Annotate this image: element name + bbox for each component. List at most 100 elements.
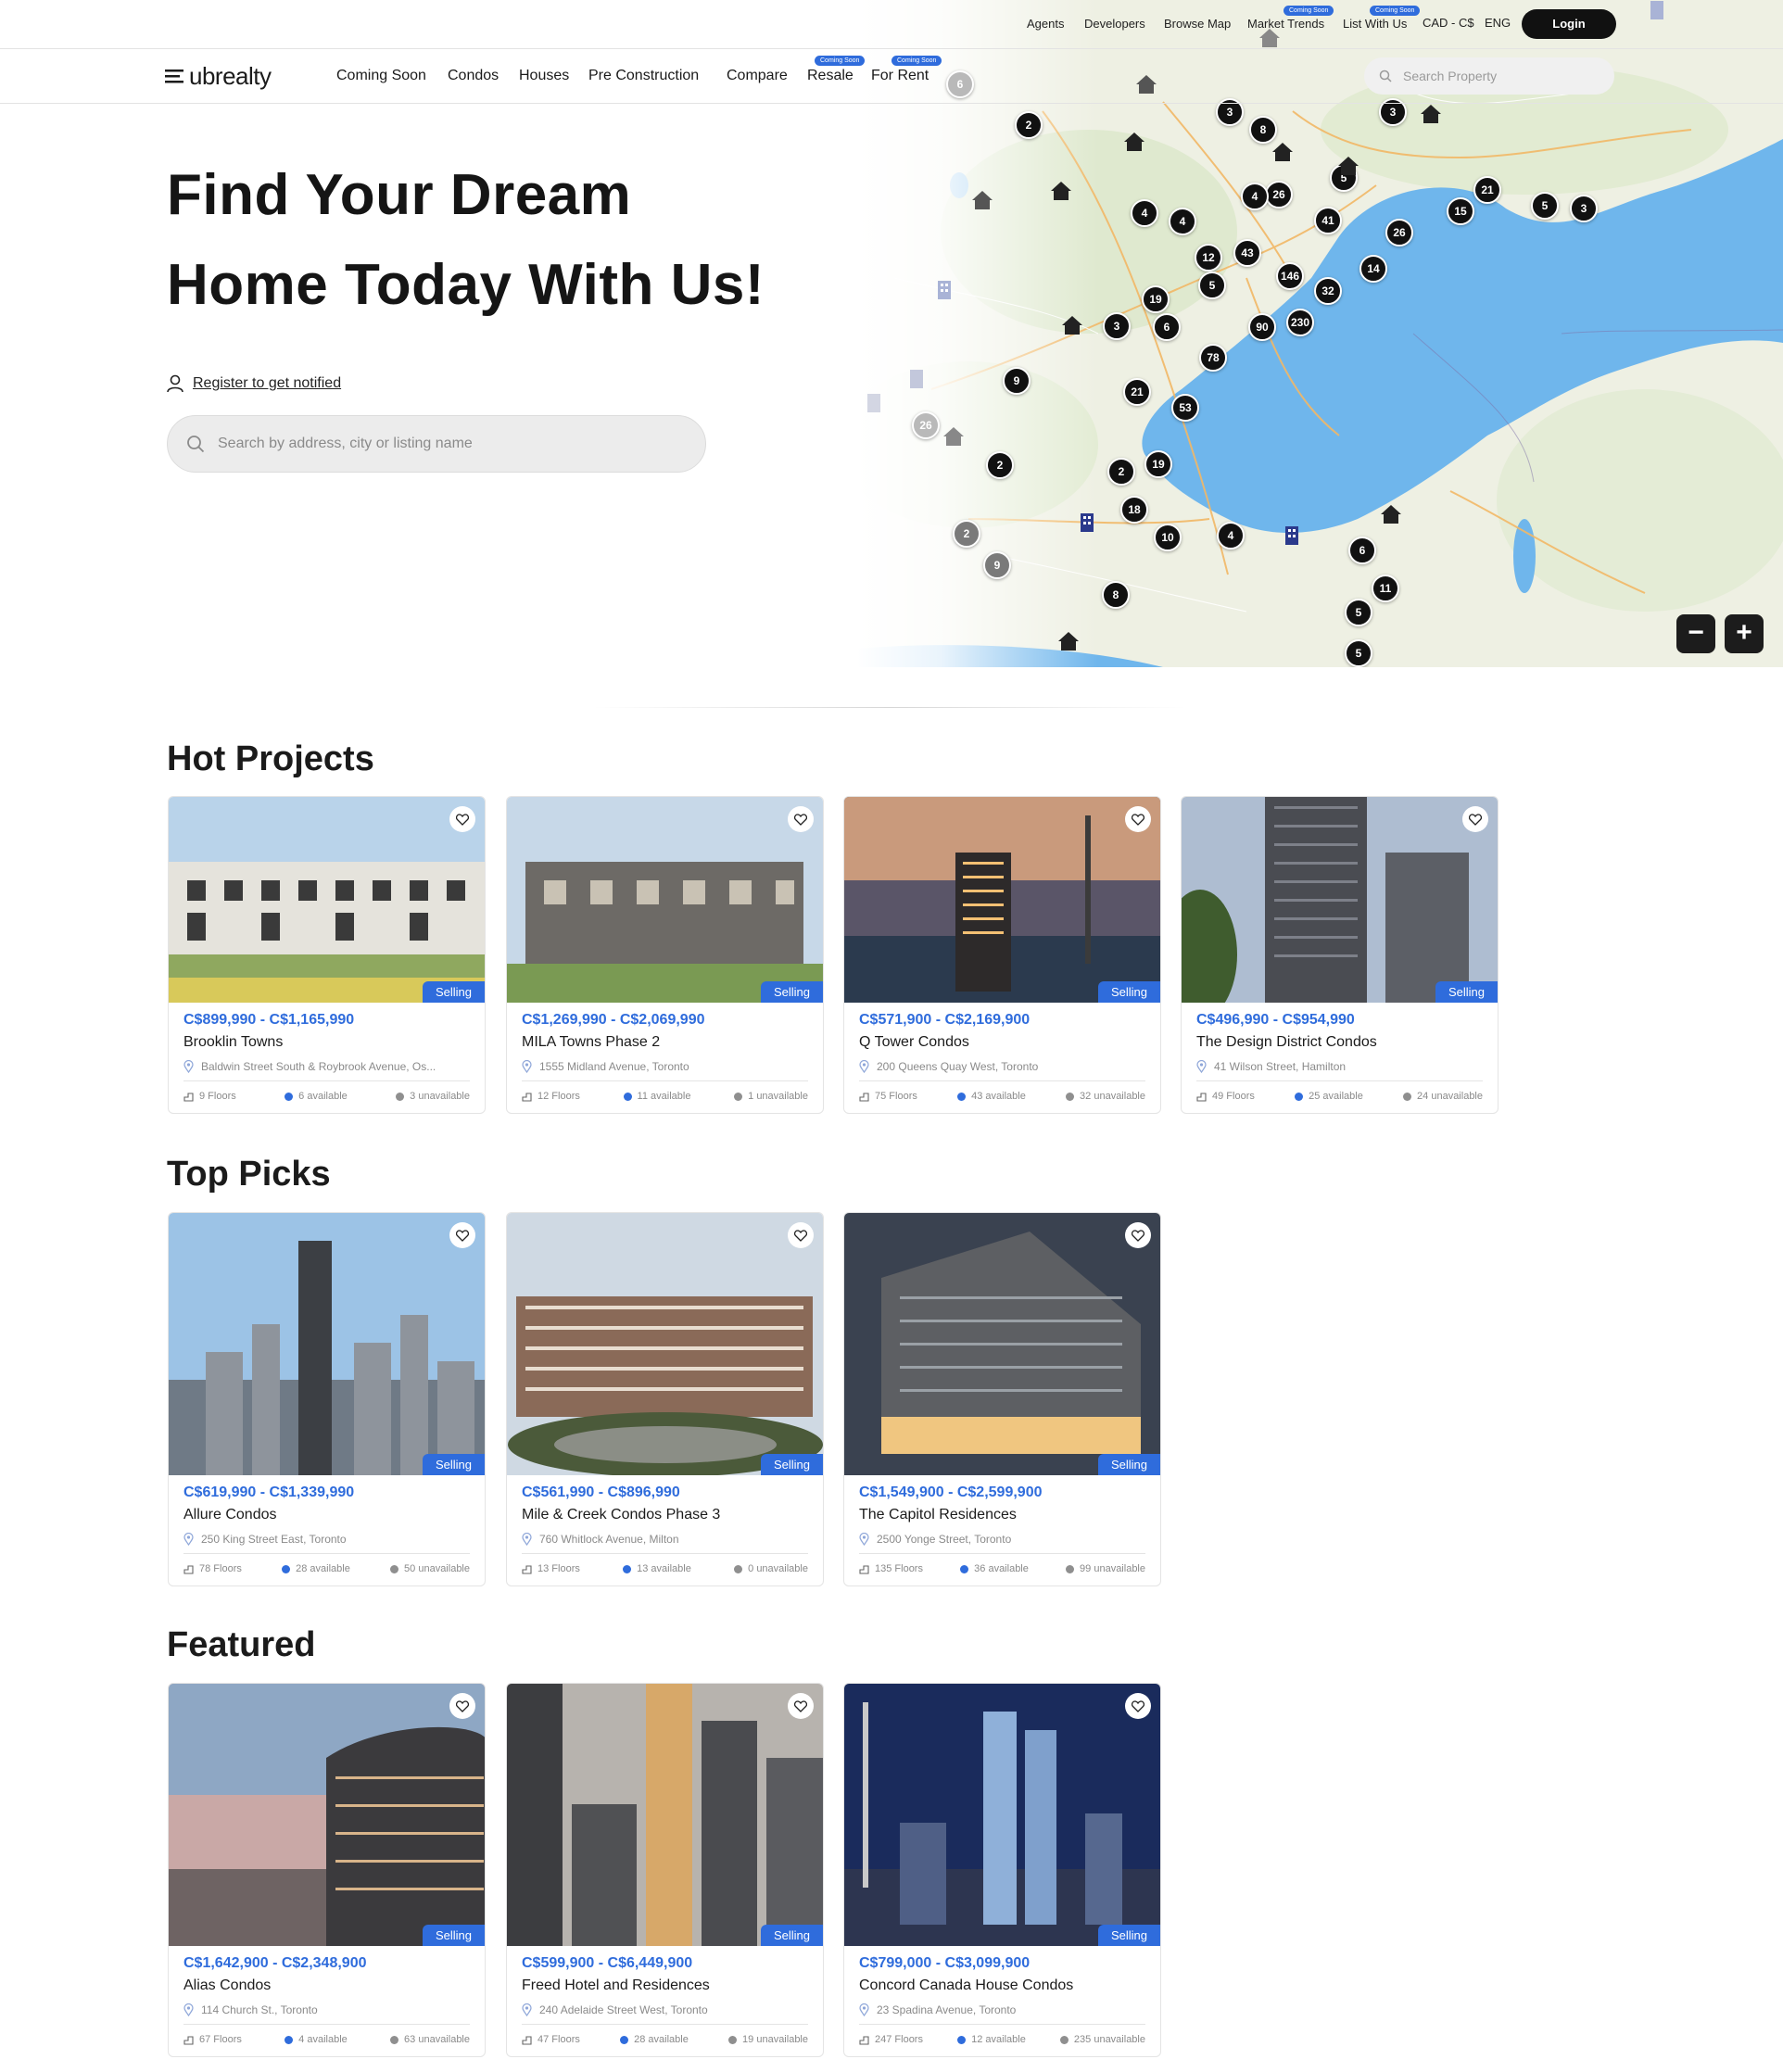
map-cluster[interactable]: 2 <box>986 451 1014 479</box>
house-pin-icon[interactable] <box>1271 142 1294 162</box>
project-name[interactable]: Freed Hotel and Residences <box>522 1977 808 1994</box>
project-card[interactable]: Selling C$799,000 - C$3,099,900 Concord … <box>843 1683 1161 2057</box>
favorite-button[interactable] <box>449 1693 475 1719</box>
hero-search-input[interactable]: Search by address, city or listing name <box>167 415 706 473</box>
top-link-developers[interactable]: Developers <box>1084 17 1145 31</box>
building-pin-icon[interactable] <box>937 280 952 300</box>
property-map[interactable]: 2 3 8 3 4 4 26 5 21 15 5 3 4 41 26 12 43… <box>857 0 1783 667</box>
project-card[interactable]: Selling C$496,990 - C$954,990 The Design… <box>1181 796 1498 1114</box>
map-cluster[interactable]: 53 <box>1171 394 1199 422</box>
building-pin-icon[interactable] <box>909 369 924 389</box>
map-cluster[interactable]: 5 <box>1345 599 1372 626</box>
house-pin-icon[interactable] <box>1061 315 1083 335</box>
project-card[interactable]: Selling C$599,900 - C$6,449,900 Freed Ho… <box>506 1683 824 2057</box>
map-cluster[interactable]: 146 <box>1276 262 1304 290</box>
project-name[interactable]: Q Tower Condos <box>859 1034 1145 1051</box>
project-name[interactable]: Allure Condos <box>183 1507 470 1523</box>
map-cluster[interactable]: 32 <box>1314 277 1342 305</box>
project-card[interactable]: Selling C$899,990 - C$1,165,990 Brooklin… <box>168 796 486 1114</box>
map-cluster[interactable]: 41 <box>1314 207 1342 234</box>
map-cluster[interactable]: 2 <box>1015 111 1043 139</box>
map-cluster[interactable]: 26 <box>912 411 940 439</box>
top-link-browse-map[interactable]: Browse Map <box>1164 17 1231 31</box>
login-button[interactable]: Login <box>1522 9 1616 39</box>
building-pin-icon[interactable] <box>866 393 881 413</box>
project-card[interactable]: Selling C$1,642,900 - C$2,348,900 Alias … <box>168 1683 486 2057</box>
favorite-button[interactable] <box>788 1693 814 1719</box>
map-cluster[interactable]: 6 <box>946 70 974 98</box>
favorite-button[interactable] <box>1125 806 1151 832</box>
nav-coming-soon[interactable]: Coming Soon <box>336 68 426 84</box>
house-pin-icon[interactable] <box>1337 156 1359 176</box>
house-pin-icon[interactable] <box>1380 504 1402 524</box>
map-cluster[interactable]: 230 <box>1286 309 1314 336</box>
map-cluster[interactable]: 11 <box>1372 575 1399 602</box>
map-cluster[interactable]: 26 <box>1385 219 1413 246</box>
favorite-button[interactable] <box>1125 1693 1151 1719</box>
house-pin-icon[interactable] <box>1420 104 1442 124</box>
favorite-button[interactable] <box>788 1222 814 1248</box>
map-cluster[interactable]: 21 <box>1473 176 1501 204</box>
search-property-input[interactable]: Search Property <box>1364 57 1614 95</box>
project-name[interactable]: Concord Canada House Condos <box>859 1977 1145 1994</box>
map-cluster[interactable]: 9 <box>1003 367 1031 395</box>
project-name[interactable]: MILA Towns Phase 2 <box>522 1034 808 1051</box>
map-cluster[interactable]: 4 <box>1169 208 1196 235</box>
register-link[interactable]: Register to get notified <box>167 374 341 393</box>
map-cluster[interactable]: 5 <box>1345 639 1372 667</box>
project-name[interactable]: Brooklin Towns <box>183 1034 470 1051</box>
map-cluster[interactable]: 8 <box>1249 116 1277 144</box>
zoom-out-button[interactable]: − <box>1676 614 1715 653</box>
map-cluster[interactable]: 3 <box>1570 195 1598 222</box>
map-cluster[interactable]: 6 <box>1153 313 1181 341</box>
map-cluster[interactable]: 90 <box>1248 313 1276 341</box>
map-cluster[interactable]: 5 <box>1531 192 1559 220</box>
map-cluster[interactable]: 4 <box>1241 183 1269 210</box>
house-pin-icon[interactable] <box>971 190 993 210</box>
house-pin-icon[interactable] <box>942 426 965 447</box>
project-card[interactable]: Selling C$1,549,900 - C$2,599,900 The Ca… <box>843 1212 1161 1586</box>
map-cluster[interactable]: 15 <box>1447 197 1474 225</box>
favorite-button[interactable] <box>1125 1222 1151 1248</box>
map-cluster[interactable]: 18 <box>1120 496 1148 524</box>
building-pin-icon[interactable] <box>1080 512 1094 533</box>
project-name[interactable]: The Design District Condos <box>1196 1034 1483 1051</box>
favorite-button[interactable] <box>788 806 814 832</box>
nav-resale[interactable]: Resale <box>807 68 854 84</box>
map-cluster[interactable]: 14 <box>1359 255 1387 283</box>
project-name[interactable]: Mile & Creek Condos Phase 3 <box>522 1507 808 1523</box>
top-link-agents[interactable]: Agents <box>1027 17 1064 31</box>
map-cluster[interactable]: 9 <box>983 551 1011 579</box>
nav-houses[interactable]: Houses <box>519 68 569 84</box>
map-cluster[interactable]: 19 <box>1142 285 1170 313</box>
house-pin-icon[interactable] <box>1050 181 1072 201</box>
zoom-in-button[interactable]: + <box>1725 614 1764 653</box>
nav-pre-construction[interactable]: Pre Construction <box>588 68 699 84</box>
currency-selector[interactable]: CAD - C$ <box>1423 16 1474 30</box>
language-selector[interactable]: ENG <box>1485 16 1511 30</box>
map-cluster[interactable]: 78 <box>1199 344 1227 372</box>
map-cluster[interactable]: 4 <box>1217 522 1245 550</box>
house-pin-icon[interactable] <box>1057 631 1080 651</box>
map-cluster[interactable]: 21 <box>1123 378 1151 406</box>
map-cluster[interactable]: 5 <box>1198 272 1226 299</box>
logo[interactable]: ubrealty <box>165 62 272 91</box>
house-pin-icon[interactable] <box>1135 74 1157 95</box>
map-cluster[interactable]: 43 <box>1233 239 1261 267</box>
favorite-button[interactable] <box>449 806 475 832</box>
map-cluster[interactable]: 10 <box>1154 524 1182 551</box>
top-link-market-trends[interactable]: Market Trends <box>1247 17 1324 31</box>
map-cluster[interactable]: 26 <box>1265 181 1293 208</box>
map-cluster[interactable]: 12 <box>1195 244 1222 272</box>
map-cluster[interactable]: 3 <box>1103 312 1131 340</box>
map-cluster[interactable]: 2 <box>953 520 980 548</box>
favorite-button[interactable] <box>1462 806 1488 832</box>
map-cluster[interactable]: 2 <box>1107 458 1135 486</box>
map-cluster[interactable]: 4 <box>1131 199 1158 227</box>
project-name[interactable]: Alias Condos <box>183 1977 470 1994</box>
project-name[interactable]: The Capitol Residences <box>859 1507 1145 1523</box>
nav-condos[interactable]: Condos <box>448 68 499 84</box>
favorite-button[interactable] <box>449 1222 475 1248</box>
map-cluster[interactable]: 8 <box>1102 581 1130 609</box>
house-pin-icon[interactable] <box>1123 132 1145 152</box>
